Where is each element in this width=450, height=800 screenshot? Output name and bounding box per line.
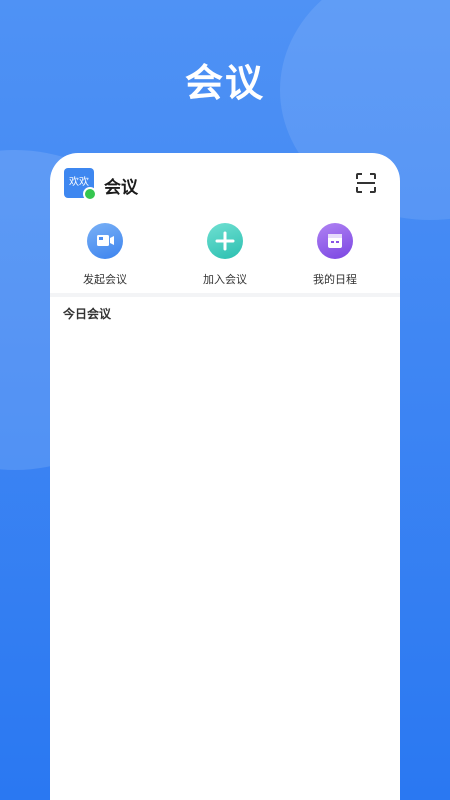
my-schedule-button[interactable]: 我的日程 bbox=[280, 215, 390, 293]
card-header: 欢欢 会议 bbox=[50, 153, 400, 215]
plus-icon bbox=[207, 223, 243, 259]
avatar-text: 欢欢 bbox=[69, 177, 89, 188]
join-meeting-label: 加入会议 bbox=[203, 273, 247, 286]
section-divider bbox=[50, 293, 400, 297]
scan-button[interactable] bbox=[355, 172, 377, 194]
meeting-card: 欢欢 会议 发起会议 加入会议 我的日程 今日会议 bbox=[50, 153, 400, 800]
start-meeting-button[interactable]: 发起会议 bbox=[50, 215, 160, 293]
online-status-dot bbox=[83, 187, 97, 201]
calendar-icon bbox=[317, 223, 353, 259]
page-title: 会议 bbox=[184, 61, 265, 105]
join-meeting-button[interactable]: 加入会议 bbox=[170, 215, 280, 293]
video-camera-icon bbox=[87, 223, 123, 259]
header-title: 会议 bbox=[104, 178, 138, 198]
meeting-screen: 会议 欢欢 会议 发起会议 加入会议 我的日程 今日会议 bbox=[0, 0, 450, 800]
quick-actions: 发起会议 加入会议 我的日程 bbox=[50, 215, 400, 293]
start-meeting-label: 发起会议 bbox=[83, 273, 127, 286]
avatar[interactable]: 欢欢 bbox=[64, 168, 97, 201]
my-schedule-label: 我的日程 bbox=[313, 273, 357, 286]
scan-icon bbox=[356, 173, 376, 193]
today-meetings-title: 今日会议 bbox=[63, 307, 112, 321]
